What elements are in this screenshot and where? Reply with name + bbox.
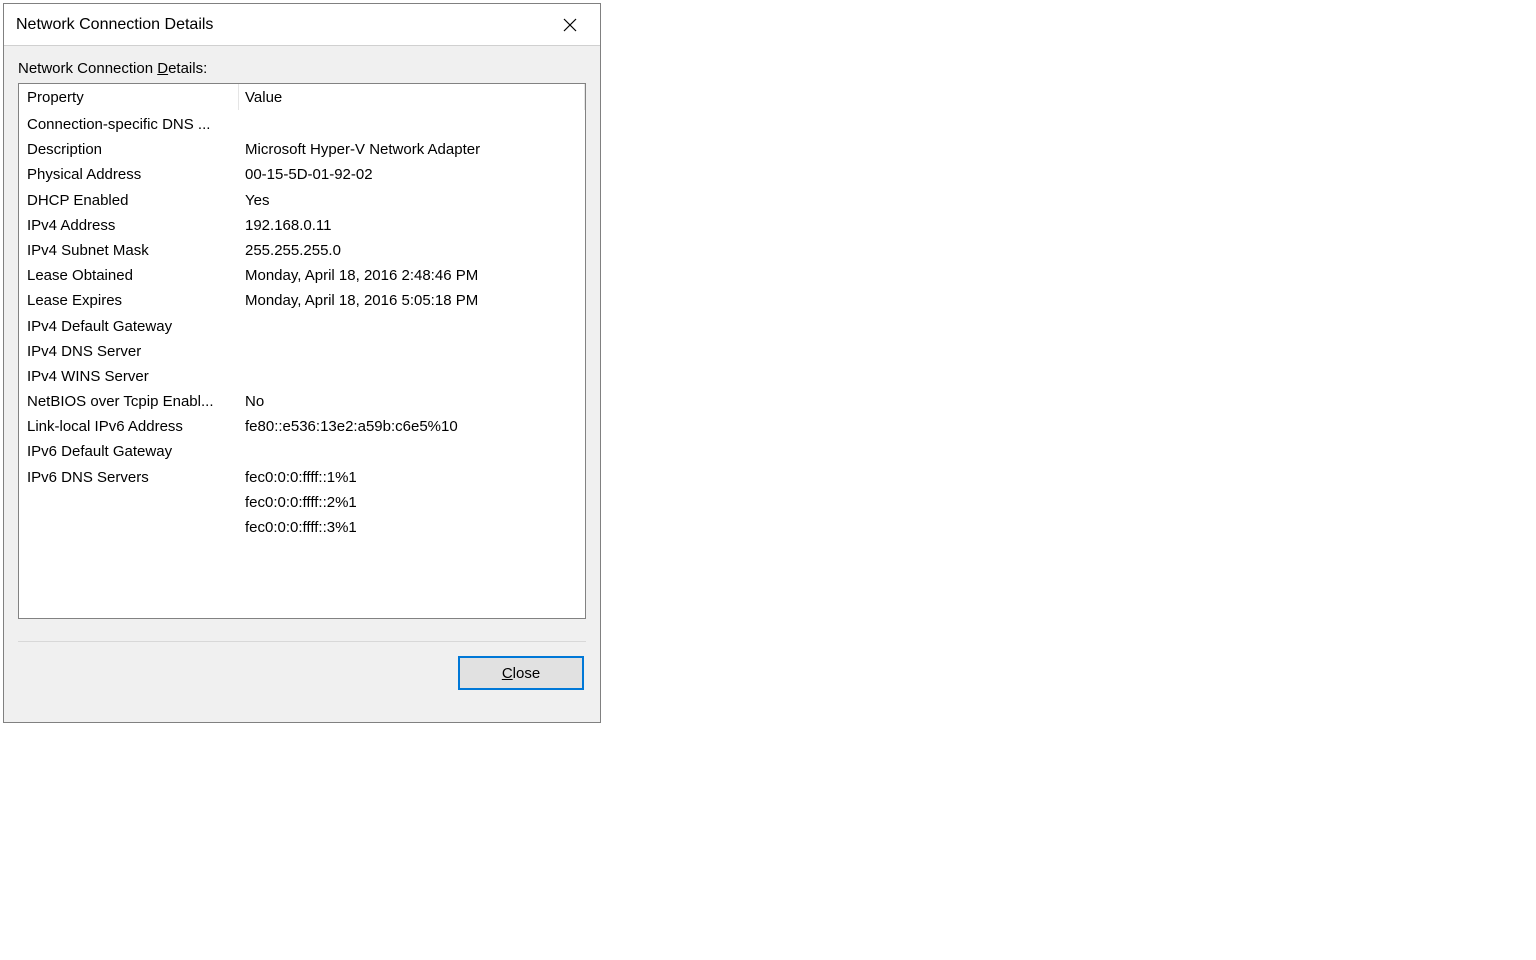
row-property [19, 515, 239, 540]
network-connection-details-dialog: Network Connection Details Network Conne… [3, 3, 601, 723]
dialog-title: Network Connection Details [16, 16, 213, 34]
row-property: Lease Obtained [19, 263, 239, 288]
close-button[interactable]: Close [458, 656, 584, 690]
details-listbox[interactable]: Property Value Connection-specific DNS .… [18, 83, 586, 619]
table-row[interactable]: NetBIOS over Tcpip Enabl...No [19, 389, 585, 414]
row-value: 255.255.255.0 [239, 238, 585, 263]
row-value [239, 439, 585, 464]
section-label-pre: Network Connection [18, 60, 157, 77]
table-row[interactable]: Link-local IPv6 Addressfe80::e536:13e2:a… [19, 414, 585, 439]
table-row[interactable]: DHCP EnabledYes [19, 188, 585, 213]
row-value: 192.168.0.11 [239, 213, 585, 238]
row-property: IPv4 WINS Server [19, 364, 239, 389]
table-row[interactable]: IPv4 DNS Server [19, 339, 585, 364]
dialog-content: Network Connection Details: Property Val… [4, 46, 600, 722]
row-value: fec0:0:0:ffff::2%1 [239, 490, 585, 515]
separator [18, 641, 586, 642]
row-value [239, 339, 585, 364]
row-value: fec0:0:0:ffff::1%1 [239, 465, 585, 490]
row-property: Connection-specific DNS ... [19, 112, 239, 137]
table-row[interactable]: IPv4 Default Gateway [19, 314, 585, 339]
close-button-text: lose [513, 665, 541, 682]
row-value: Monday, April 18, 2016 2:48:46 PM [239, 263, 585, 288]
rows-container: Connection-specific DNS ...DescriptionMi… [19, 110, 585, 540]
row-property: IPv4 DNS Server [19, 339, 239, 364]
column-header-value[interactable]: Value [239, 84, 585, 110]
close-button-underline: C [502, 665, 513, 682]
button-row: Close [18, 656, 586, 696]
row-value [239, 314, 585, 339]
row-property: IPv6 DNS Servers [19, 465, 239, 490]
table-row[interactable]: IPv4 Address192.168.0.11 [19, 213, 585, 238]
row-value [239, 364, 585, 389]
row-value: No [239, 389, 585, 414]
row-property: Link-local IPv6 Address [19, 414, 239, 439]
section-label-underline: D [157, 60, 168, 77]
section-label-post: etails: [168, 60, 207, 77]
table-row[interactable]: IPv4 Subnet Mask255.255.255.0 [19, 238, 585, 263]
table-row[interactable]: fec0:0:0:ffff::2%1 [19, 490, 585, 515]
section-label: Network Connection Details: [18, 60, 586, 77]
table-row[interactable]: Lease ExpiresMonday, April 18, 2016 5:05… [19, 288, 585, 313]
row-value: fe80::e536:13e2:a59b:c6e5%10 [239, 414, 585, 439]
table-row[interactable]: IPv4 WINS Server [19, 364, 585, 389]
row-value: Yes [239, 188, 585, 213]
row-property: IPv4 Subnet Mask [19, 238, 239, 263]
row-property [19, 490, 239, 515]
row-property: Physical Address [19, 162, 239, 187]
row-value: Monday, April 18, 2016 5:05:18 PM [239, 288, 585, 313]
row-property: IPv4 Default Gateway [19, 314, 239, 339]
row-property: NetBIOS over Tcpip Enabl... [19, 389, 239, 414]
row-property: Lease Expires [19, 288, 239, 313]
table-row[interactable]: Lease ObtainedMonday, April 18, 2016 2:4… [19, 263, 585, 288]
row-property: DHCP Enabled [19, 188, 239, 213]
table-row[interactable]: fec0:0:0:ffff::3%1 [19, 515, 585, 540]
row-value: fec0:0:0:ffff::3%1 [239, 515, 585, 540]
table-row[interactable]: Connection-specific DNS ... [19, 112, 585, 137]
columns-header: Property Value [19, 84, 585, 110]
column-header-property[interactable]: Property [19, 84, 239, 110]
row-value: 00-15-5D-01-92-02 [239, 162, 585, 187]
row-property: Description [19, 137, 239, 162]
table-row[interactable]: IPv6 Default Gateway [19, 439, 585, 464]
row-value [239, 112, 585, 137]
table-row[interactable]: IPv6 DNS Serversfec0:0:0:ffff::1%1 [19, 465, 585, 490]
row-value: Microsoft Hyper-V Network Adapter [239, 137, 585, 162]
close-icon[interactable] [552, 7, 588, 43]
table-row[interactable]: Physical Address00-15-5D-01-92-02 [19, 162, 585, 187]
titlebar: Network Connection Details [4, 4, 600, 46]
row-property: IPv4 Address [19, 213, 239, 238]
table-row[interactable]: DescriptionMicrosoft Hyper-V Network Ada… [19, 137, 585, 162]
row-property: IPv6 Default Gateway [19, 439, 239, 464]
